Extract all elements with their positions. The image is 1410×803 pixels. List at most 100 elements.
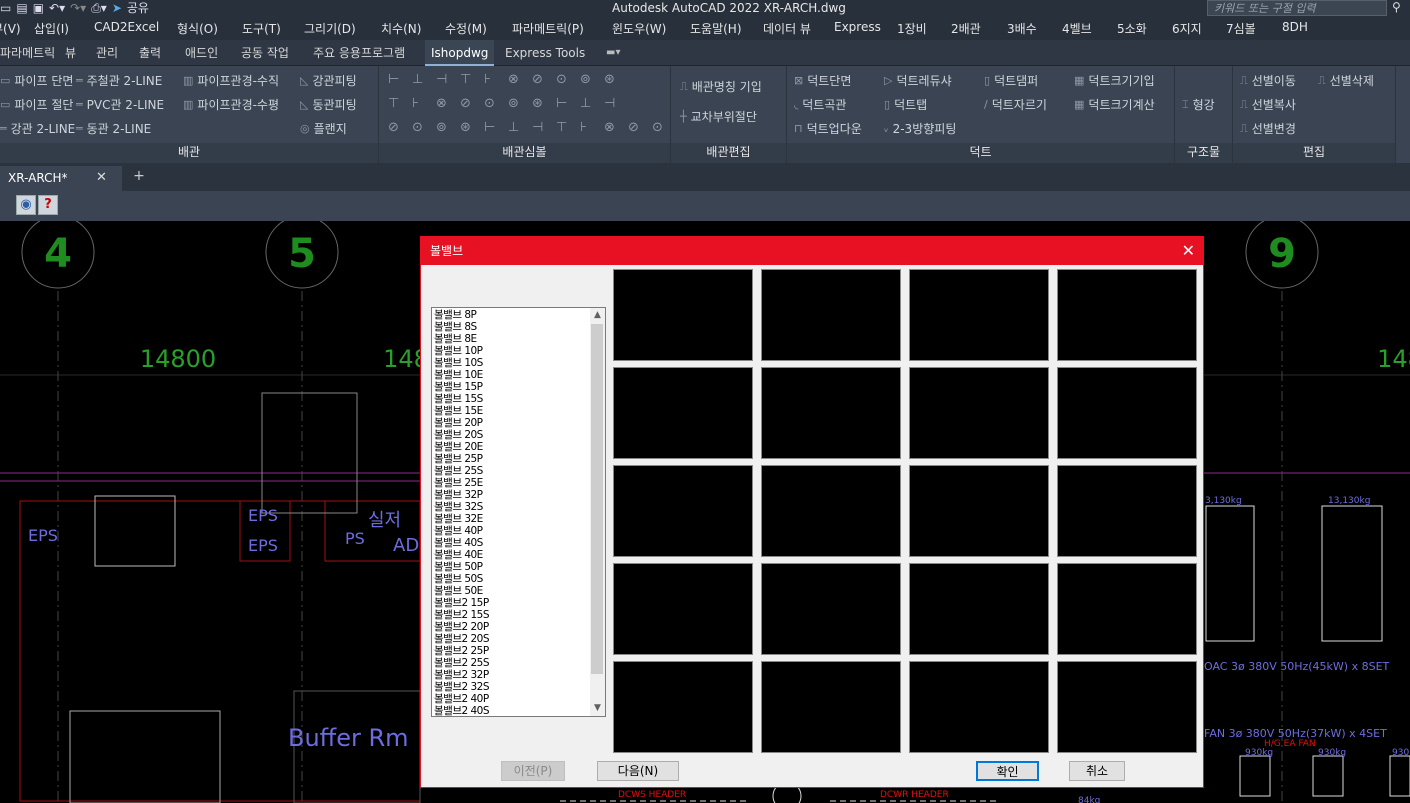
cancel-button[interactable]: 취소 <box>1069 761 1125 781</box>
symbol-preview-slot[interactable] <box>761 563 901 655</box>
list-item[interactable]: 볼밸브2 32P <box>434 669 589 681</box>
list-item[interactable]: 볼밸브2 32S <box>434 681 589 693</box>
list-item[interactable]: 볼밸브2 25P <box>434 645 589 657</box>
list-item[interactable]: 볼밸브2 20S <box>434 633 589 645</box>
btn-pipe-cut[interactable]: ▭ 파이프 절단 <box>0 96 73 113</box>
pipe-symbol-icon[interactable]: ⊚ <box>580 72 591 87</box>
symbol-preview-slot[interactable] <box>1057 661 1197 753</box>
share-icon[interactable]: ➤ <box>112 0 122 17</box>
list-item[interactable]: 볼밸브 10S <box>434 357 589 369</box>
pipe-symbol-icon[interactable]: ⊙ <box>484 96 495 111</box>
btn-sel-delete[interactable]: ⎍ 선별삭제 <box>1318 72 1374 89</box>
workspace-dropdown-icon[interactable]: ▬▾ <box>600 40 626 66</box>
tab-ishopdwg[interactable]: Ishopdwg <box>425 40 495 66</box>
open-file-icon[interactable]: ▤ <box>16 0 27 17</box>
symbol-preview-slot[interactable] <box>761 269 901 361</box>
tab-output[interactable]: 출력 <box>133 40 167 66</box>
list-item[interactable]: 볼밸브2 40S <box>434 705 589 716</box>
pipe-symbol-icon[interactable]: ⊙ <box>412 120 423 135</box>
scroll-thumb[interactable] <box>591 324 603 674</box>
symbol-preview-slot[interactable] <box>909 269 1049 361</box>
menu-view[interactable]: 뷰(V) <box>0 20 21 37</box>
pipe-symbol-icon[interactable]: ⊥ <box>580 96 591 111</box>
symbol-preview-slot[interactable] <box>761 367 901 459</box>
menu-insert[interactable]: 삽입(I) <box>34 20 69 37</box>
list-item[interactable]: 볼밸브 50P <box>434 561 589 573</box>
symbol-preview-slot[interactable] <box>909 661 1049 753</box>
list-item[interactable]: 볼밸브 10E <box>434 369 589 381</box>
pipe-symbol-icon[interactable]: ⊤ <box>460 72 471 87</box>
pipe-symbol-icon[interactable]: ⊚ <box>508 96 519 111</box>
undo-icon[interactable]: ↶▾ <box>49 0 65 17</box>
pipe-symbol-icon[interactable]: ⊘ <box>532 72 543 87</box>
list-item[interactable]: 볼밸브 32S <box>434 501 589 513</box>
menu-help[interactable]: 도움말(H) <box>690 20 742 37</box>
symbol-preview-slot[interactable] <box>1057 269 1197 361</box>
list-item[interactable]: 볼밸브 20P <box>434 417 589 429</box>
btn-steel-fitting[interactable]: ◺ 강관피팅 <box>300 72 357 89</box>
btn-duct-cut[interactable]: / 덕트자르기 <box>984 96 1047 113</box>
pipe-symbol-icon[interactable]: ⊣ <box>436 72 447 87</box>
menu-6[interactable]: 6지지 <box>1172 20 1202 37</box>
btn-duct-elbow[interactable]: ◟ 덕트곡관 <box>794 96 846 113</box>
btn-pipe-vertical[interactable]: ▥ 파이프관경-수직 <box>183 72 279 89</box>
scroll-up-icon[interactable]: ▲ <box>590 308 605 323</box>
symbol-preview-slot[interactable] <box>613 661 753 753</box>
symbol-preview-slot[interactable] <box>613 269 753 361</box>
pipe-symbol-icon[interactable]: ⊦ <box>580 120 587 135</box>
menu-dimension[interactable]: 치수(N) <box>381 20 421 37</box>
list-item[interactable]: 볼밸브 25P <box>434 453 589 465</box>
menu-cad2excel[interactable]: CAD2Excel <box>94 20 159 34</box>
symbol-preview-slot[interactable] <box>1057 563 1197 655</box>
pipe-symbol-icon[interactable]: ⊚ <box>436 120 447 135</box>
close-icon[interactable]: ✕ <box>96 166 107 190</box>
tab-view[interactable]: 뷰 <box>59 40 82 66</box>
tab-addin[interactable]: 애드인 <box>179 40 224 66</box>
tab-collab[interactable]: 공동 작업 <box>235 40 295 66</box>
btn-cross-cut[interactable]: ┼ 교차부위절단 <box>680 108 757 125</box>
btn-duct-tap[interactable]: ▯ 덕트탭 <box>884 96 927 113</box>
list-item[interactable]: 볼밸브 50E <box>434 585 589 597</box>
list-item[interactable]: 볼밸브 8E <box>434 333 589 345</box>
symbol-preview-slot[interactable] <box>613 465 753 557</box>
close-icon[interactable]: ✕ <box>1182 237 1195 265</box>
list-item[interactable]: 볼밸브 50S <box>434 573 589 585</box>
menu-3[interactable]: 3배수 <box>1007 20 1037 37</box>
next-button[interactable]: 다음(N) <box>597 761 679 781</box>
menu-window[interactable]: 윈도우(W) <box>612 20 666 37</box>
search-icon[interactable]: ⚲ <box>1392 0 1401 14</box>
pipe-symbol-icon[interactable]: ⊙ <box>556 72 567 87</box>
list-item[interactable]: 볼밸브2 15P <box>434 597 589 609</box>
symbol-preview-slot[interactable] <box>909 465 1049 557</box>
pipe-symbol-icon[interactable]: ⊤ <box>556 120 567 135</box>
pipe-symbol-icon[interactable]: ⊥ <box>508 120 519 135</box>
btn-beam[interactable]: ⌶ 형강 <box>1182 96 1215 113</box>
menu-2[interactable]: 2배관 <box>951 20 981 37</box>
symbol-preview-slot[interactable] <box>761 661 901 753</box>
btn-duct-damper[interactable]: ▯ 덕트댐퍼 <box>984 72 1038 89</box>
ok-button[interactable]: 확인 <box>976 761 1039 781</box>
list-item[interactable]: 볼밸브2 20P <box>434 621 589 633</box>
search-input[interactable]: 키워드 또는 구절 입력 <box>1207 0 1387 16</box>
list-item[interactable]: 볼밸브 32E <box>434 513 589 525</box>
pipe-symbol-icon[interactable]: ⊛ <box>460 120 471 135</box>
symbol-preview-slot[interactable] <box>613 367 753 459</box>
pipe-symbol-icon[interactable]: ⊦ <box>412 96 419 111</box>
menu-draw[interactable]: 그리기(D) <box>304 20 356 37</box>
btn-pipe-horizontal[interactable]: ▥ 파이프관경-수평 <box>183 96 279 113</box>
list-item[interactable]: 볼밸브 8P <box>434 309 589 321</box>
pipe-symbol-icon[interactable]: ⊘ <box>628 120 639 135</box>
pipe-symbol-icon[interactable]: ⊛ <box>532 96 543 111</box>
btn-pvc-2line[interactable]: ═ PVC관 2-LINE <box>76 96 164 113</box>
pipe-symbol-icon[interactable]: ⊘ <box>388 120 399 135</box>
menu-7[interactable]: 7심볼 <box>1226 20 1256 37</box>
btn-duct-reducer[interactable]: ▷ 덕트레듀샤 <box>884 72 952 89</box>
document-tab[interactable]: XR-ARCH* ✕ <box>0 166 122 191</box>
symbol-preview-slot[interactable] <box>909 563 1049 655</box>
pipe-symbol-icon[interactable]: ⊙ <box>652 120 663 135</box>
symbol-preview-slot[interactable] <box>909 367 1049 459</box>
pipe-symbol-icon[interactable]: ⊘ <box>460 96 471 111</box>
list-item[interactable]: 볼밸브 20E <box>434 441 589 453</box>
menu-5[interactable]: 5소화 <box>1117 20 1147 37</box>
btn-flange[interactable]: ◎ 플랜지 <box>300 120 347 137</box>
